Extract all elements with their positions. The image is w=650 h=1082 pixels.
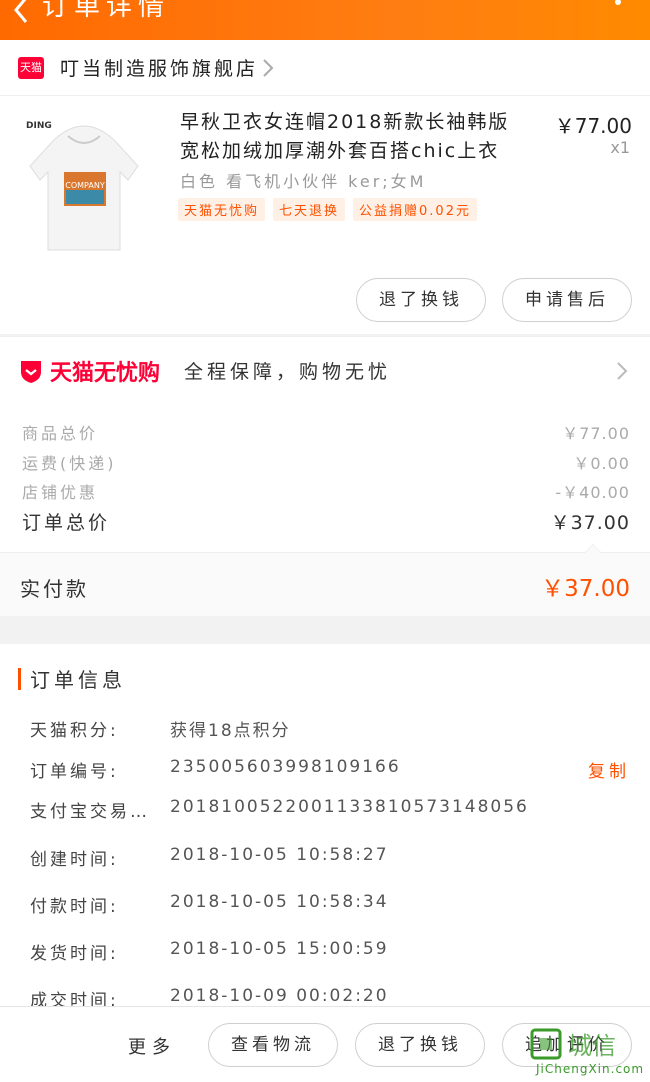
info-value: 2018-10-05 10:58:27 xyxy=(170,845,389,865)
paid-value: ￥37.00 xyxy=(541,576,630,602)
tmall-shield-icon xyxy=(21,361,41,383)
total-value: ￥37.00 xyxy=(550,512,630,534)
fee-label: 商品总价 xyxy=(22,424,99,443)
assurance-slogan: 全程保障，购物无忧 xyxy=(184,361,392,383)
tmall-badge-icon: 天猫 xyxy=(18,57,44,79)
assurance-brand: 天猫无忧购 xyxy=(50,361,161,386)
chevron-right-icon xyxy=(617,362,628,380)
watermark-text: JiChengXin.com xyxy=(536,1062,645,1076)
product-price: ￥77.00 xyxy=(554,114,632,138)
info-label: 支付宝交易… xyxy=(30,802,150,822)
thumb-print-text: COMPANY xyxy=(65,181,105,190)
tag-charity: 公益捐赠0.02元 xyxy=(353,198,477,221)
page-title: 订单详情 xyxy=(42,0,171,22)
assurance-row[interactable]: 天猫无忧购 全程保障，购物无忧 xyxy=(0,336,650,398)
section-accent-bar xyxy=(18,667,21,690)
service-tags: 天猫无忧购 七天退换 公益捐赠0.02元 xyxy=(178,198,477,221)
fee-value: ￥77.00 xyxy=(562,424,630,443)
refund-button[interactable]: 退了换钱 xyxy=(355,1023,485,1067)
info-value: 2018-10-05 10:58:34 xyxy=(170,892,389,912)
product-thumbnail[interactable]: COMPANY DING xyxy=(20,110,148,260)
store-row[interactable]: 天猫 叮当制造服饰旗舰店 xyxy=(0,40,650,96)
top-nav-bar: 订单详情 xyxy=(0,0,650,40)
refund-button[interactable]: 退了换钱 xyxy=(356,278,486,322)
tag-seven-day-return: 七天退换 xyxy=(273,198,346,221)
more-options-icon[interactable] xyxy=(614,0,622,18)
info-label: 订单编号: xyxy=(30,762,119,782)
paid-label: 实付款 xyxy=(20,577,89,601)
info-value[interactable]: 235005603998109166 xyxy=(170,757,401,777)
paid-row: 实付款 ￥37.00 xyxy=(0,544,650,616)
total-label: 订单总价 xyxy=(22,512,111,534)
fee-label: 运费(快递) xyxy=(22,454,117,473)
info-value: 2018100522001133810573148056 xyxy=(170,797,529,817)
product-card: COMPANY DING 早秋卫衣女连帽2018新款长袖韩版宽松加绒加厚潮外套百… xyxy=(0,96,650,334)
view-logistics-button[interactable]: 查看物流 xyxy=(208,1023,338,1067)
copy-button[interactable]: 复制 xyxy=(588,757,630,782)
product-name[interactable]: 早秋卫衣女连帽2018新款长袖韩版宽松加绒加厚潮外套百搭chic上衣 xyxy=(180,108,530,166)
svg-text:城信: 城信 xyxy=(568,1032,616,1060)
caret-up-icon xyxy=(584,544,602,553)
fee-row-shipping: 运费(快递) ￥0.00 xyxy=(22,450,630,474)
order-info-section: 订单信息 天猫积分: 获得18点积分 订单编号: 235005603998109… xyxy=(0,644,650,1006)
order-info-title: 订单信息 xyxy=(30,668,126,692)
product-quantity: x1 xyxy=(610,138,630,157)
info-value: 2018-10-09 00:02:20 xyxy=(170,986,389,1006)
svg-text:DING: DING xyxy=(26,121,52,131)
info-label: 发货时间: xyxy=(30,944,119,964)
info-label: 天猫积分: xyxy=(30,721,119,741)
store-name[interactable]: 叮当制造服饰旗舰店 xyxy=(60,54,258,81)
chevron-right-icon xyxy=(263,59,274,77)
after-sale-button[interactable]: 申请售后 xyxy=(502,278,632,322)
fee-value: -￥40.00 xyxy=(555,483,630,502)
info-value: 2018-10-05 15:00:59 xyxy=(170,939,389,959)
product-sku: 白色 看飞机小伙伴 ker;女M xyxy=(180,172,427,191)
back-arrow-icon[interactable] xyxy=(6,0,36,30)
info-label: 付款时间: xyxy=(30,897,119,917)
fee-value: ￥0.00 xyxy=(573,454,630,473)
fee-label: 店铺优惠 xyxy=(22,483,99,502)
info-value: 获得18点积分 xyxy=(170,721,291,741)
info-label: 成交时间: xyxy=(30,991,119,1006)
fee-row-total: 订单总价 ￥37.00 xyxy=(22,508,630,535)
tag-worry-free: 天猫无忧购 xyxy=(178,198,266,221)
more-button[interactable]: 更多 xyxy=(128,1033,176,1059)
info-label: 创建时间: xyxy=(30,850,119,870)
fee-summary: 商品总价 ￥77.00 运费(快递) ￥0.00 店铺优惠 -￥40.00 订单… xyxy=(0,398,650,552)
fee-row-goods: 商品总价 ￥77.00 xyxy=(22,420,630,444)
fee-row-discount: 店铺优惠 -￥40.00 xyxy=(22,479,630,503)
